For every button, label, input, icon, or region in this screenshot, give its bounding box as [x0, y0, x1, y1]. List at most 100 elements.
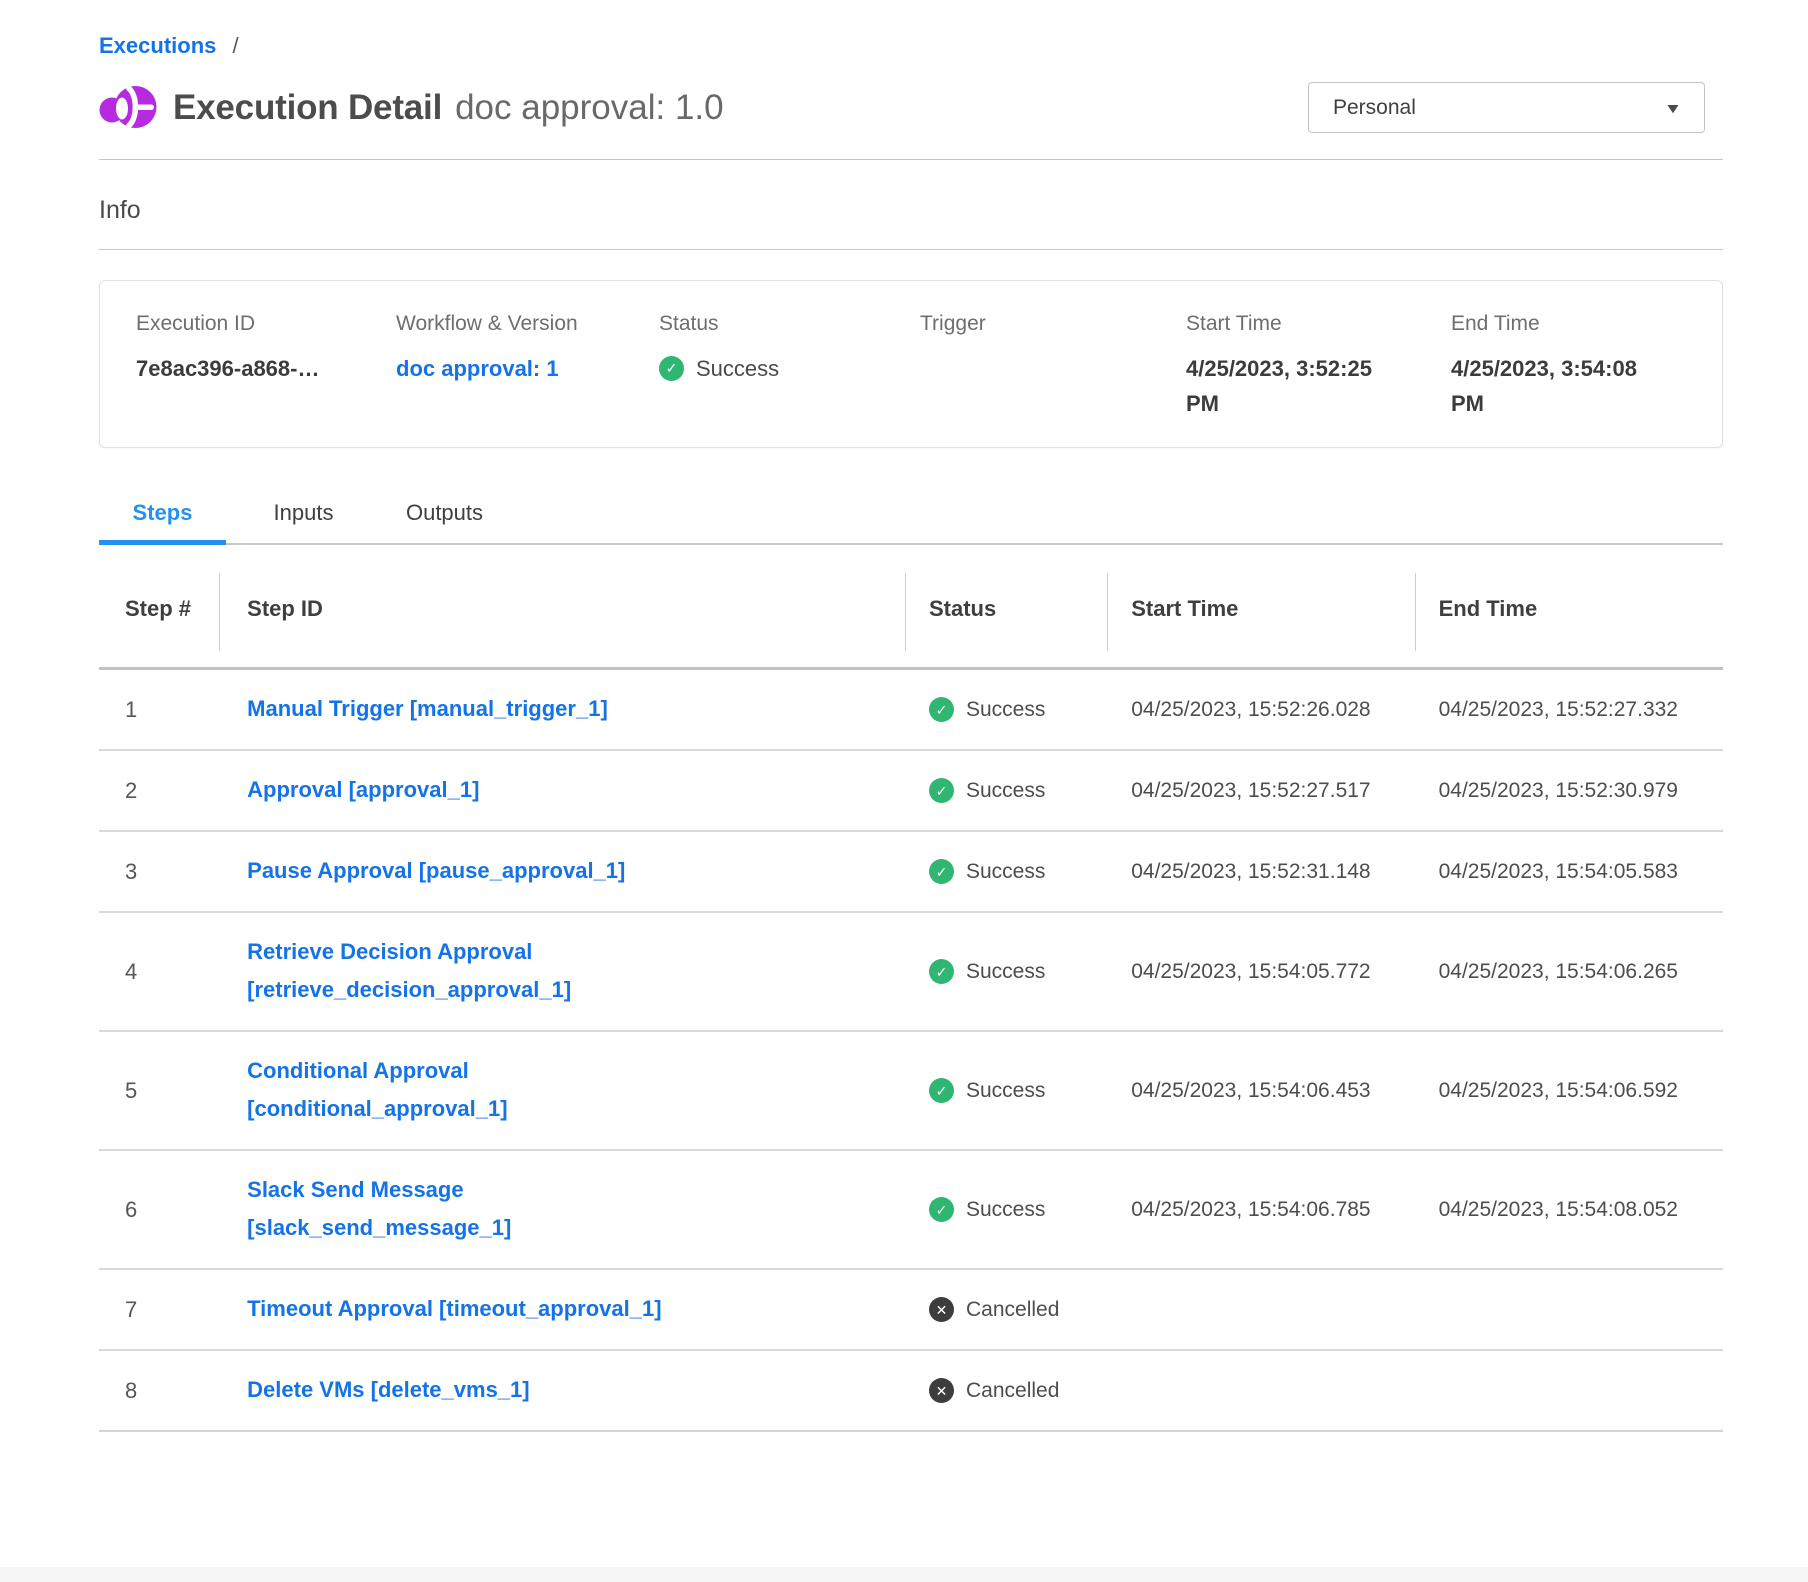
status-badge: Success: [966, 953, 1045, 991]
info-card: Execution ID 7e8ac396-a868-… Workflow & …: [99, 280, 1723, 448]
step-number: 8: [99, 1350, 219, 1431]
info-section-title: Info: [99, 196, 1723, 225]
success-check-icon: ✓: [929, 1197, 954, 1222]
breadcrumb-link-executions[interactable]: Executions: [99, 33, 216, 58]
success-check-icon: ✓: [929, 859, 954, 884]
info-label: Execution ID: [136, 312, 360, 336]
step-start-time: 04/25/2023, 15:54:06.785: [1107, 1150, 1414, 1269]
page-title: Execution Detail: [173, 88, 442, 128]
col-header-step-num: Step #: [99, 545, 219, 669]
step-end-time: 04/25/2023, 15:52:30.979: [1415, 750, 1723, 831]
step-end-time: [1415, 1269, 1723, 1350]
step-start-time: 04/25/2023, 15:54:05.772: [1107, 912, 1414, 1031]
success-check-icon: ✓: [659, 356, 684, 381]
info-field-status: Status ✓ Success: [659, 312, 920, 447]
breadcrumb: Executions /: [99, 0, 1723, 59]
workspace-dropdown[interactable]: Personal ▼: [1308, 82, 1705, 133]
title-divider: [99, 159, 1723, 160]
info-label: End Time: [1451, 312, 1686, 336]
step-number: 7: [99, 1269, 219, 1350]
step-end-time: 04/25/2023, 15:54:06.592: [1415, 1031, 1723, 1150]
workflow-version-link[interactable]: doc approval: 1: [396, 351, 623, 386]
step-end-time: [1415, 1350, 1723, 1431]
step-start-time: 04/25/2023, 15:52:27.517: [1107, 750, 1414, 831]
step-number: 1: [99, 669, 219, 751]
info-label: Trigger: [920, 312, 1150, 336]
step-number: 4: [99, 912, 219, 1031]
cancelled-x-icon: ✕: [929, 1297, 954, 1322]
status-badge: Cancelled: [966, 1291, 1059, 1329]
step-link[interactable]: Delete VMs [delete_vms_1]: [247, 1371, 529, 1409]
step-start-time: [1107, 1269, 1414, 1350]
step-start-time: 04/25/2023, 15:54:06.453: [1107, 1031, 1414, 1150]
table-row: 1 Manual Trigger [manual_trigger_1] ✓ Suc…: [99, 669, 1723, 751]
table-row: 3 Pause Approval [pause_approval_1] ✓ Suc…: [99, 831, 1723, 912]
steps-table: Step # Step ID Status Start Time End Tim…: [99, 545, 1723, 1432]
step-link[interactable]: Approval [approval_1]: [247, 771, 479, 809]
info-label: Workflow & Version: [396, 312, 623, 336]
status-badge: Success: [966, 1072, 1045, 1110]
step-start-time: 04/25/2023, 15:52:31.148: [1107, 831, 1414, 912]
step-number: 5: [99, 1031, 219, 1150]
step-number: 3: [99, 831, 219, 912]
status-badge: Success: [966, 1191, 1045, 1229]
page-subtitle: doc approval: 1.0: [455, 88, 724, 128]
step-link[interactable]: Manual Trigger [manual_trigger_1]: [247, 690, 608, 728]
col-header-start-time: Start Time: [1107, 545, 1414, 669]
tab-outputs[interactable]: Outputs: [381, 500, 508, 543]
table-row: 4 Retrieve Decision Approval [retrieve_d…: [99, 912, 1723, 1031]
success-check-icon: ✓: [929, 778, 954, 803]
step-link[interactable]: Retrieve Decision Approval [retrieve_dec…: [247, 933, 727, 1009]
info-field-execution-id: Execution ID 7e8ac396-a868-…: [136, 312, 396, 447]
step-number: 6: [99, 1150, 219, 1269]
step-start-time: [1107, 1350, 1414, 1431]
step-link[interactable]: Pause Approval [pause_approval_1]: [247, 852, 625, 890]
page-bottom-strip: [0, 1567, 1808, 1582]
breadcrumb-separator: /: [233, 33, 239, 58]
table-row: 7 Timeout Approval [timeout_approval_1] …: [99, 1269, 1723, 1350]
info-field-trigger: Trigger: [920, 312, 1186, 447]
workspace-dropdown-value: Personal: [1333, 96, 1416, 120]
success-check-icon: ✓: [929, 1078, 954, 1103]
info-divider: [99, 249, 1723, 250]
cancelled-x-icon: ✕: [929, 1378, 954, 1403]
step-link[interactable]: Timeout Approval [timeout_approval_1]: [247, 1290, 661, 1328]
info-field-start-time: Start Time 4/25/2023, 3:52:25 PM: [1186, 312, 1451, 447]
status-badge: Success: [966, 853, 1045, 891]
execution-id-value: 7e8ac396-a868-…: [136, 351, 336, 386]
step-link[interactable]: Slack Send Message [slack_send_message_1…: [247, 1171, 727, 1247]
status-badge: Cancelled: [966, 1372, 1059, 1410]
col-header-status: Status: [905, 545, 1107, 669]
table-row: 5 Conditional Approval [conditional_appr…: [99, 1031, 1723, 1150]
col-header-step-id: Step ID: [219, 545, 905, 669]
workflow-brand-icon: [99, 84, 157, 131]
tab-inputs[interactable]: Inputs: [240, 500, 367, 543]
table-row: 8 Delete VMs [delete_vms_1] ✕ Cancelled: [99, 1350, 1723, 1431]
success-check-icon: ✓: [929, 697, 954, 722]
table-row: 2 Approval [approval_1] ✓ Success 04/25/2…: [99, 750, 1723, 831]
execution-detail-page: Executions / Execution Detail doc approv…: [0, 0, 1808, 1432]
step-end-time: 04/25/2023, 15:54:08.052: [1415, 1150, 1723, 1269]
start-time-value: 4/25/2023, 3:52:25 PM: [1186, 351, 1386, 421]
step-end-time: 04/25/2023, 15:52:27.332: [1415, 669, 1723, 751]
status-badge: Success: [966, 772, 1045, 810]
table-row: 6 Slack Send Message [slack_send_message…: [99, 1150, 1723, 1269]
step-number: 2: [99, 750, 219, 831]
status-badge: Success: [966, 691, 1045, 729]
chevron-down-icon: ▼: [1664, 100, 1683, 116]
info-label: Start Time: [1186, 312, 1415, 336]
steps-table-header-row: Step # Step ID Status Start Time End Tim…: [99, 545, 1723, 669]
col-header-end-time: End Time: [1415, 545, 1723, 669]
step-end-time: 04/25/2023, 15:54:05.583: [1415, 831, 1723, 912]
step-start-time: 04/25/2023, 15:52:26.028: [1107, 669, 1414, 751]
execution-status-label: Success: [696, 351, 779, 386]
info-field-workflow-version: Workflow & Version doc approval: 1: [396, 312, 659, 447]
success-check-icon: ✓: [929, 959, 954, 984]
info-label: Status: [659, 312, 884, 336]
execution-status: ✓ Success: [659, 351, 884, 386]
info-field-end-time: End Time 4/25/2023, 3:54:08 PM: [1451, 312, 1722, 447]
detail-tabs: Steps Inputs Outputs: [99, 500, 1723, 545]
tab-steps[interactable]: Steps: [99, 500, 226, 543]
step-end-time: 04/25/2023, 15:54:06.265: [1415, 912, 1723, 1031]
step-link[interactable]: Conditional Approval [conditional_approv…: [247, 1052, 727, 1128]
